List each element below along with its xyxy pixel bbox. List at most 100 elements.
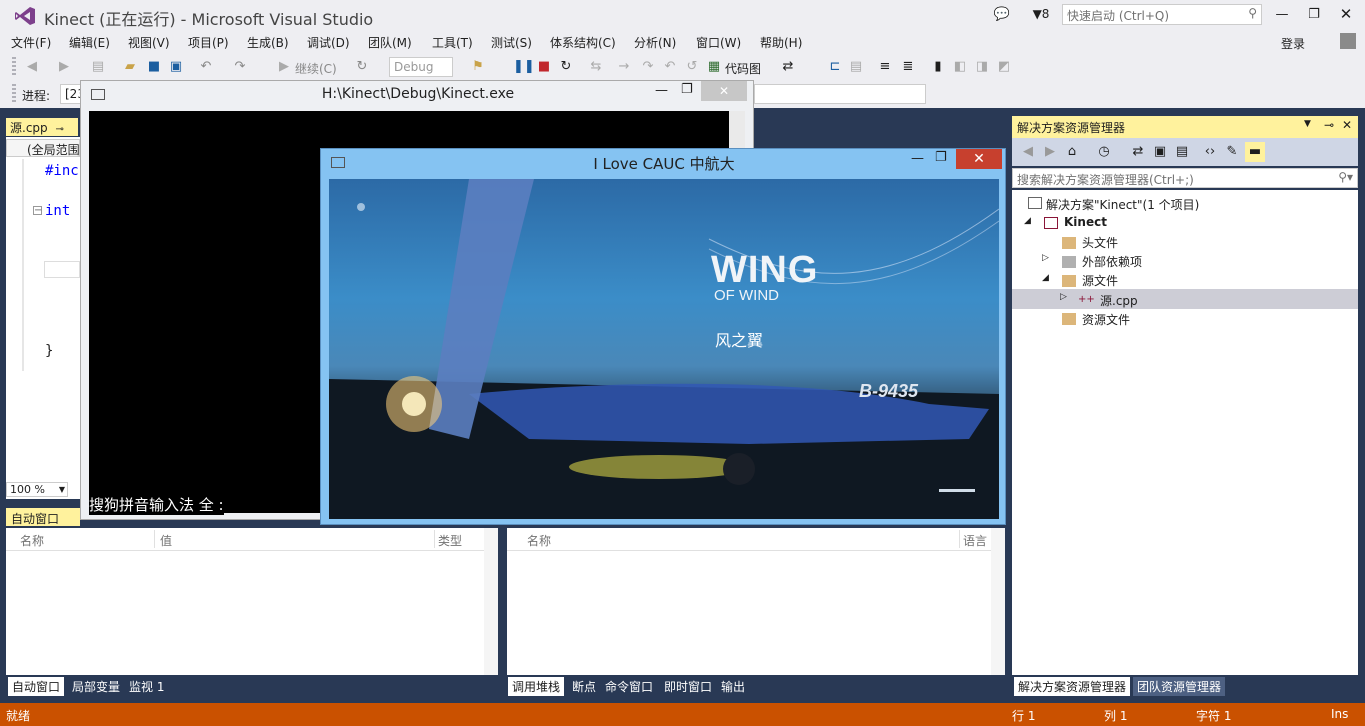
console-maximize-button[interactable]: ❐ — [681, 82, 693, 97]
graphics-minimize-button[interactable]: — — [911, 151, 924, 166]
code-map-icon[interactable]: ▦ — [706, 59, 722, 75]
outdent-icon[interactable]: ≣ — [900, 59, 916, 75]
maximize-button[interactable]: ❐ — [1304, 4, 1324, 24]
tree-solution[interactable]: 解决方案"Kinect"(1 个项目) — [1046, 196, 1199, 213]
hex-display-icon[interactable]: ⇄ — [780, 59, 796, 75]
graphics-maximize-button[interactable]: ❐ — [935, 150, 947, 165]
console-close-button[interactable]: ✕ — [701, 81, 747, 101]
comment-icon[interactable]: ▤ — [848, 59, 864, 75]
callstack-col-language[interactable]: 语言 — [963, 532, 987, 549]
step-into-icon[interactable]: → — [616, 59, 632, 75]
save-all-icon[interactable]: ▣ — [168, 59, 184, 75]
tab-breakpoints[interactable]: 断点 — [568, 677, 600, 696]
collapsed-arrow-icon[interactable]: ▷ — [1060, 292, 1067, 302]
menu-tools[interactable]: 工具(T) — [432, 34, 473, 51]
menu-view[interactable]: 视图(V) — [128, 34, 170, 51]
tab-autos[interactable]: 自动窗口 — [8, 677, 65, 696]
prev-bookmark-icon[interactable]: ◧ — [952, 59, 968, 75]
back-icon[interactable]: ◀ — [24, 59, 40, 75]
autos-col-type[interactable]: 类型 — [438, 532, 462, 549]
menu-help[interactable]: 帮助(H) — [760, 34, 802, 51]
collapse-icon[interactable]: − — [33, 206, 42, 216]
next-bookmark-icon[interactable]: ◨ — [974, 59, 990, 75]
step-back-icon[interactable]: ↺ — [684, 59, 700, 75]
notifications-flag[interactable]: ▼ 8 — [1026, 4, 1056, 24]
menu-debug[interactable]: 调试(D) — [307, 34, 350, 51]
menu-team[interactable]: 团队(M) — [368, 34, 412, 51]
step-over-icon[interactable]: ↷ — [640, 59, 656, 75]
forward-icon[interactable]: ▶ — [56, 59, 72, 75]
scope-select[interactable]: (全局范围 — [6, 139, 80, 157]
menu-build[interactable]: 生成(B) — [247, 34, 289, 51]
tab-call-stack[interactable]: 调用堆栈 — [508, 677, 565, 696]
bookmark-icon[interactable]: ▮ — [930, 59, 946, 75]
menu-project[interactable]: 项目(P) — [188, 34, 229, 51]
home-icon[interactable]: ⌂ — [1064, 144, 1080, 160]
sign-in-link[interactable]: 登录 — [1281, 35, 1305, 52]
pin-icon[interactable]: ⊸ — [1324, 118, 1334, 132]
quick-launch-input[interactable]: 快速启动 (Ctrl+Q) ⚲ — [1062, 4, 1262, 25]
show-next-statement-icon[interactable]: ⇆ — [588, 59, 604, 75]
zoom-select[interactable]: 100 % ▼ — [6, 482, 68, 497]
forward-icon[interactable]: ▶ — [1042, 144, 1058, 160]
redo-icon[interactable]: ↷ — [232, 59, 248, 75]
tab-source-cpp[interactable]: 源.cpp ⊸ — [6, 118, 78, 136]
collapse-all-icon[interactable]: ▣ — [1152, 144, 1168, 160]
toolbar-grip[interactable] — [12, 84, 16, 104]
graphics-window[interactable]: I Love CAUC 中航大 — ❐ ✕ WING OF WIND 风之翼 B… — [320, 148, 1006, 525]
autos-col-name[interactable]: 名称 — [20, 532, 44, 549]
dropdown-icon[interactable]: ▼ — [1304, 119, 1311, 129]
code-editor[interactable]: (全局范围 #inc − int } — [6, 137, 80, 499]
pin-icon[interactable]: ⊸ — [55, 124, 63, 135]
continue-icon[interactable]: ▶ — [276, 59, 292, 75]
feedback-icon[interactable]: 💬 — [992, 4, 1012, 24]
open-file-icon[interactable]: ▰ — [122, 59, 138, 75]
tab-team-explorer[interactable]: 团队资源管理器 — [1133, 677, 1226, 696]
menu-architecture[interactable]: 体系结构(C) — [550, 34, 616, 51]
configuration-select[interactable]: Debug — [389, 57, 453, 77]
tab-watch-1[interactable]: 监视 1 — [125, 677, 168, 696]
autos-scrollbar[interactable] — [484, 528, 498, 675]
outline-icon[interactable]: ⊏ — [827, 59, 843, 75]
solution-search-input[interactable]: 搜索解决方案资源管理器(Ctrl+;) ⚲▾ — [1012, 168, 1358, 188]
expand-arrow-icon[interactable]: ◢ — [1024, 216, 1031, 226]
indent-icon[interactable]: ≡ — [877, 59, 893, 75]
menu-test[interactable]: 测试(S) — [491, 34, 532, 51]
menu-analyze[interactable]: 分析(N) — [634, 34, 676, 51]
callstack-col-name[interactable]: 名称 — [527, 532, 551, 549]
tree-resource-files[interactable]: 资源文件 — [1082, 311, 1130, 328]
console-minimize-button[interactable]: — — [655, 83, 668, 98]
show-all-files-icon[interactable]: ▤ — [1174, 144, 1190, 160]
new-project-icon[interactable]: ▤ — [90, 59, 106, 75]
tree-project[interactable]: Kinect — [1064, 215, 1107, 229]
expand-arrow-icon[interactable]: ◢ — [1042, 273, 1049, 283]
tab-locals[interactable]: 局部变量 — [68, 677, 124, 696]
continue-button[interactable]: 继续(C) — [295, 60, 337, 77]
pause-icon[interactable]: ❚❚ — [513, 59, 535, 75]
sync-icon[interactable]: ⇄ — [1130, 144, 1146, 160]
stack-frame-select[interactable] — [754, 84, 926, 104]
find-icon[interactable]: ⚑ — [470, 59, 486, 75]
menu-file[interactable]: 文件(F) — [11, 34, 51, 51]
tree-external-deps[interactable]: 外部依赖项 — [1082, 253, 1142, 270]
minimize-button[interactable]: — — [1272, 4, 1292, 24]
restart-icon[interactable]: ↻ — [558, 59, 574, 75]
tab-immediate-window[interactable]: 即时窗口 — [660, 677, 716, 696]
tree-header-files[interactable]: 头文件 — [1082, 234, 1118, 251]
back-icon[interactable]: ◀ — [1020, 144, 1036, 160]
code-map-button[interactable]: 代码图 — [725, 60, 761, 77]
callstack-scrollbar[interactable] — [991, 528, 1005, 675]
profile-icon[interactable] — [1340, 33, 1356, 49]
history-icon[interactable]: ◷ — [1096, 144, 1112, 160]
collapsed-arrow-icon[interactable]: ▷ — [1042, 253, 1049, 263]
save-icon[interactable]: ■ — [146, 59, 162, 75]
tab-command-window[interactable]: 命令窗口 — [601, 677, 657, 696]
graphics-close-button[interactable]: ✕ — [956, 149, 1002, 169]
tree-source-files[interactable]: 源文件 — [1082, 272, 1118, 289]
stop-icon[interactable]: ■ — [536, 59, 552, 75]
menu-window[interactable]: 窗口(W) — [696, 34, 741, 51]
refresh-icon[interactable]: ↻ — [354, 59, 370, 75]
step-out-icon[interactable]: ↶ — [662, 59, 678, 75]
undo-icon[interactable]: ↶ — [198, 59, 214, 75]
clear-bookmarks-icon[interactable]: ◩ — [996, 59, 1012, 75]
